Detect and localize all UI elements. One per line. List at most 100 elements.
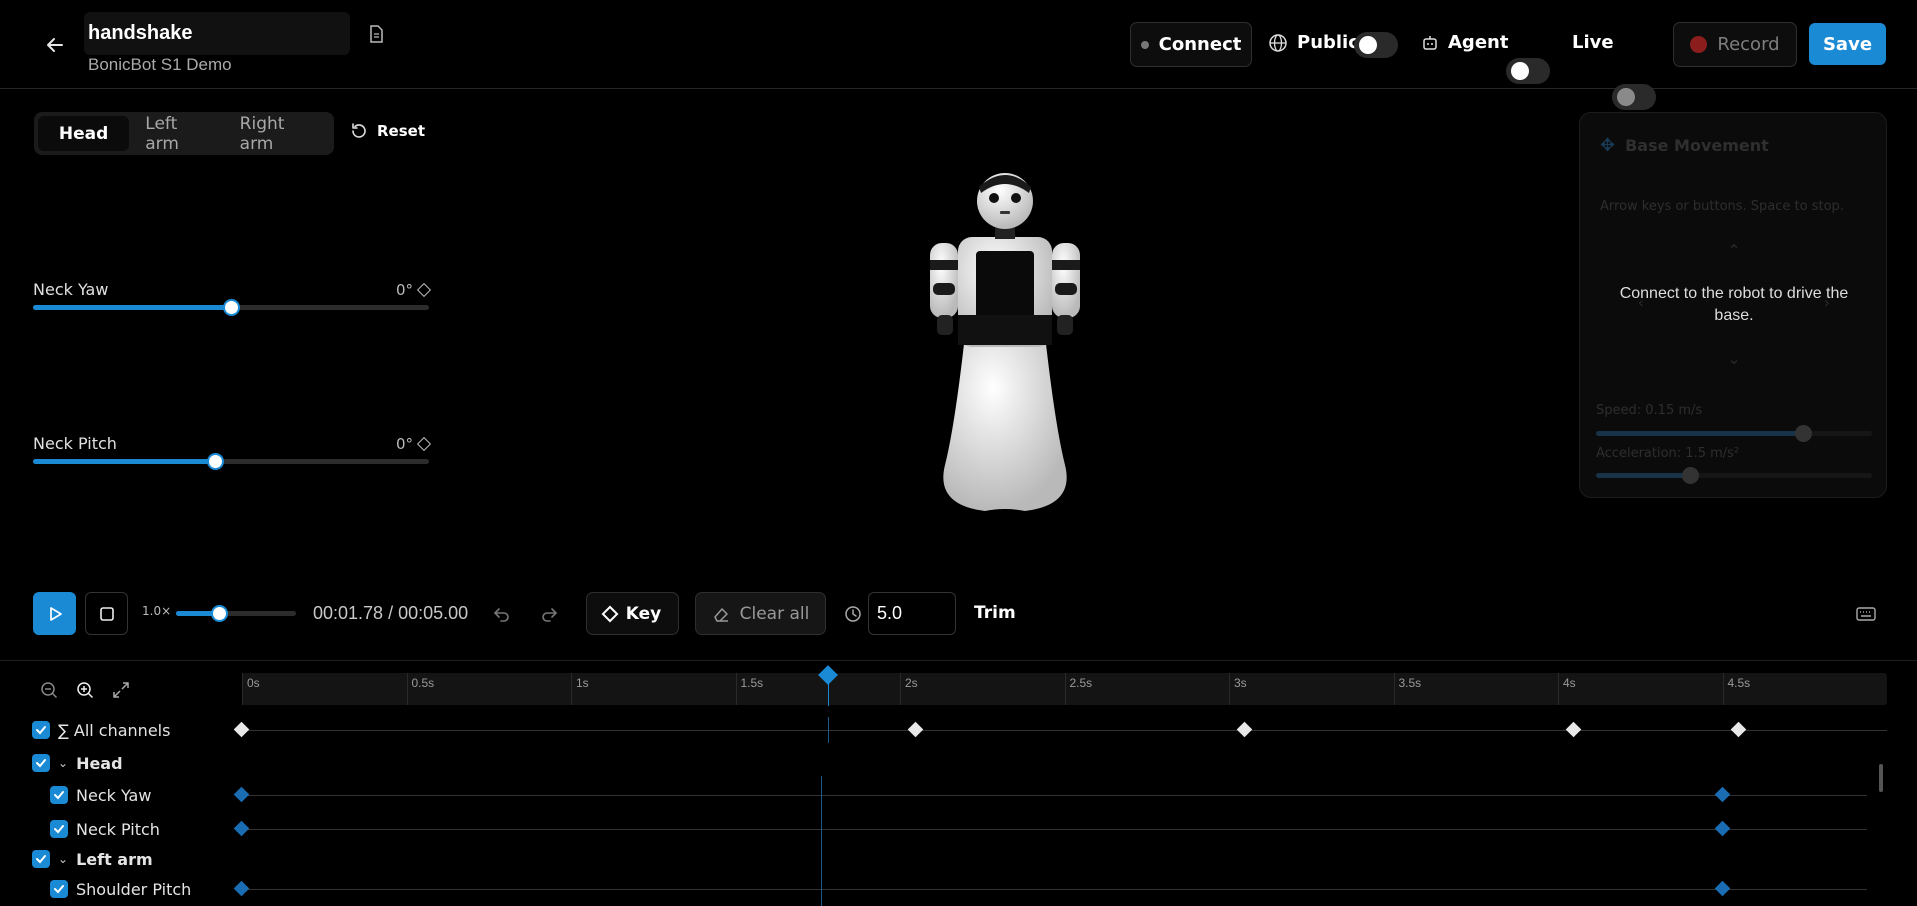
acceleration-slider[interactable] [1596, 467, 1872, 484]
joint-neck-pitch: Neck Pitch 0° [33, 432, 432, 472]
channel-checkbox[interactable] [32, 754, 50, 772]
trim-button[interactable]: Trim [974, 603, 1016, 623]
neck-yaw-slider[interactable] [33, 299, 429, 316]
channel-track[interactable] [242, 829, 1867, 830]
redo-icon [542, 608, 558, 622]
key-label: Key [625, 603, 662, 624]
play-button[interactable] [33, 592, 76, 635]
connect-button[interactable]: Connect [1130, 22, 1252, 67]
eraser-icon [713, 607, 728, 622]
channel-checkbox[interactable] [50, 880, 68, 898]
keyframe[interactable] [1714, 786, 1730, 803]
channel-label: Left arm [76, 849, 153, 869]
expand-icon [113, 682, 129, 698]
channel-checkbox[interactable] [50, 820, 68, 838]
keyframe[interactable] [1714, 880, 1730, 897]
project-subtitle: BonicBot S1 Demo [88, 55, 232, 74]
joint-label: Neck Yaw [33, 280, 109, 299]
keyframe[interactable] [233, 820, 250, 837]
title-field[interactable]: handshake [84, 12, 350, 55]
chevron-down-icon[interactable]: ⌄ [58, 756, 68, 770]
keyframe[interactable] [233, 880, 250, 897]
neck-pitch-slider[interactable] [33, 453, 429, 470]
slider-thumb[interactable] [207, 453, 225, 470]
ruler-tick: 4s [1558, 673, 1576, 705]
channel-label: Neck Yaw [76, 785, 152, 805]
base-panel-hint: Arrow keys or buttons. Space to stop. [1600, 199, 1844, 214]
zoom-in-button[interactable] [74, 679, 96, 701]
connection-status-dot [1140, 40, 1149, 49]
speed-slider[interactable] [1596, 425, 1872, 442]
keyframe[interactable] [233, 786, 250, 803]
clear-all-button[interactable]: Clear all [695, 592, 826, 635]
zoom-in-icon [77, 682, 94, 699]
tab-right-arm[interactable]: Right arm [228, 114, 330, 154]
ruler-tick: 3.5s [1393, 673, 1421, 705]
key-button[interactable]: Key [586, 592, 679, 635]
reset-button[interactable]: Reset [350, 122, 425, 140]
duration-input[interactable]: 5.0 [868, 592, 956, 635]
stop-button[interactable] [85, 592, 128, 635]
scrollbar[interactable] [1879, 764, 1883, 792]
tab-left-arm[interactable]: Left arm [133, 113, 223, 154]
channel-label: Head [76, 753, 123, 773]
tab-head[interactable]: Head [38, 116, 130, 151]
arrow-up-button[interactable]: ⌃ [1713, 241, 1755, 279]
keyframe[interactable] [233, 721, 250, 738]
keyframe-diamond-icon[interactable] [416, 436, 432, 452]
save-button[interactable]: Save [1809, 23, 1886, 65]
timeline-row: ⌄ Head [32, 750, 123, 776]
chevron-down-icon[interactable]: ⌄ [58, 852, 68, 866]
robot-3d-view[interactable] [905, 165, 1105, 515]
channel-track[interactable] [242, 795, 1867, 796]
stop-icon [99, 606, 114, 621]
arrow-down-button[interactable]: ⌄ [1713, 349, 1755, 387]
notes-button[interactable] [364, 22, 388, 46]
save-label: Save [1822, 33, 1873, 55]
play-icon [49, 606, 62, 621]
public-label: Public [1297, 32, 1359, 53]
channel-track[interactable] [242, 889, 1867, 890]
record-button[interactable]: Record [1673, 22, 1797, 67]
record-dot-icon [1690, 36, 1708, 53]
time-readout: 00:01.78 / 00:05.00 [313, 603, 469, 623]
base-movement-panel: ✥ Base Movement Arrow keys or buttons. S… [1579, 112, 1887, 498]
live-toggle[interactable] [1612, 84, 1656, 110]
keyframe[interactable] [1730, 721, 1747, 738]
time-ruler[interactable]: 0s 0.5s 1s 1.5s 2s 2.5s 3s 3.5s 4s 4.5s [242, 673, 1887, 705]
keyframe[interactable] [908, 721, 924, 738]
reset-icon [352, 123, 366, 138]
joint-value: 0° [396, 435, 432, 453]
channel-checkbox[interactable] [50, 786, 68, 804]
undo-icon [493, 608, 509, 622]
base-panel-header: ✥ Base Movement [1600, 135, 1769, 156]
channel-track[interactable] [242, 730, 1887, 731]
fit-view-button[interactable] [110, 679, 132, 701]
undo-button[interactable] [490, 602, 514, 626]
channel-checkbox[interactable] [32, 850, 50, 868]
key-diamond-icon [601, 605, 619, 622]
slider-thumb[interactable] [223, 299, 240, 316]
zoom-out-button[interactable] [38, 679, 60, 701]
public-toggle[interactable] [1354, 32, 1398, 58]
timeline-row: Neck Pitch [50, 816, 160, 842]
keyframe[interactable] [1714, 820, 1730, 837]
redo-button[interactable] [537, 602, 561, 626]
tab-left-arm-label: Left arm [145, 113, 179, 154]
ruler-tick: 4.5s [1722, 673, 1750, 705]
channel-checkbox[interactable] [32, 721, 50, 739]
keyframe-diamond-icon[interactable] [416, 282, 432, 298]
acceleration-slider-thumb[interactable] [1681, 467, 1699, 484]
back-button[interactable] [40, 30, 70, 60]
keyframe[interactable] [1566, 721, 1582, 738]
agent-toggle[interactable] [1506, 58, 1550, 84]
joint-value: 0° [396, 281, 432, 299]
keyboard-shortcuts-button[interactable] [1853, 602, 1879, 626]
joint-neck-yaw: Neck Yaw 0° [33, 278, 432, 318]
speed-slider-thumb[interactable] [1795, 425, 1812, 442]
playback-speed-thumb[interactable] [211, 605, 229, 622]
ruler-tick: 1s [571, 673, 589, 705]
keyframe[interactable] [1237, 721, 1253, 738]
duration-value: 5.0 [877, 603, 903, 623]
playback-speed-slider[interactable] [176, 605, 296, 622]
